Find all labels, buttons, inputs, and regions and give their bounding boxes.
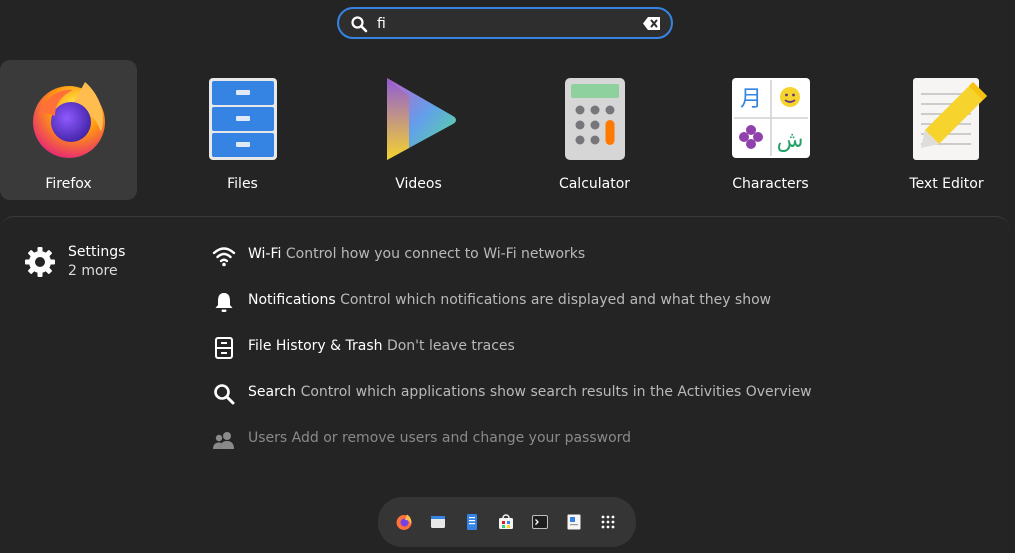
- app-text-editor[interactable]: Text Editor: [878, 60, 1015, 200]
- dash-files-icon[interactable]: [429, 513, 447, 531]
- dash-software-icon[interactable]: [497, 513, 515, 531]
- calculator-icon: [564, 78, 625, 160]
- app-firefox[interactable]: Firefox: [0, 60, 137, 200]
- clear-icon[interactable]: [643, 16, 661, 31]
- app-videos[interactable]: Videos: [350, 60, 487, 200]
- result-title: File History & Trash: [248, 338, 383, 354]
- app-label: Files: [227, 176, 258, 192]
- characters-icon: 月 ش: [731, 78, 810, 158]
- dash-firefox-icon[interactable]: [395, 513, 413, 531]
- search-icon: [214, 384, 235, 405]
- result-title: Notifications: [248, 292, 336, 308]
- svg-text:ش: ش: [776, 128, 803, 153]
- app-calculator[interactable]: Calculator: [526, 60, 663, 200]
- videos-icon: [386, 78, 456, 160]
- dash-document-viewer-icon[interactable]: [565, 513, 583, 531]
- provider-title: Settings: [68, 244, 126, 260]
- app-label: Calculator: [558, 176, 631, 192]
- result-description: Add or remove users and change your pass…: [291, 430, 632, 446]
- result-title: Search: [248, 384, 297, 400]
- files-icon: [208, 78, 277, 160]
- search-input[interactable]: [377, 13, 627, 35]
- firefox-icon: [32, 82, 105, 158]
- users-icon: [213, 432, 234, 449]
- app-label: Text Editor: [909, 176, 984, 192]
- dash-terminal-icon[interactable]: [531, 513, 549, 531]
- bell-icon: [215, 293, 233, 312]
- result-description: Don't leave traces: [386, 338, 515, 354]
- app-grid-icon[interactable]: [599, 513, 617, 531]
- result-description: Control which applications show search r…: [300, 384, 812, 400]
- result-title: Wi-Fi: [248, 246, 282, 262]
- wifi-icon: [212, 247, 236, 267]
- app-label: Videos: [395, 176, 442, 192]
- app-files[interactable]: Files: [174, 60, 311, 200]
- result-title: Users: [248, 430, 288, 446]
- result-description: Control which notifications are displaye…: [340, 292, 772, 308]
- file-cabinet-icon: [215, 337, 233, 359]
- dash-text-editor-icon[interactable]: [463, 513, 481, 531]
- svg-text:月: 月: [739, 87, 761, 112]
- app-label: Firefox: [45, 176, 92, 192]
- search-bar[interactable]: [337, 7, 673, 39]
- gear-icon: [25, 247, 55, 277]
- dash: [378, 497, 636, 547]
- app-label: Characters: [732, 176, 809, 192]
- app-characters[interactable]: 月 ش Characters: [702, 60, 839, 200]
- search-icon: [351, 16, 368, 33]
- result-description: Control how you connect to Wi-Fi network…: [285, 246, 586, 262]
- text-editor-icon: [912, 78, 987, 160]
- provider-more: 2 more: [68, 263, 118, 279]
